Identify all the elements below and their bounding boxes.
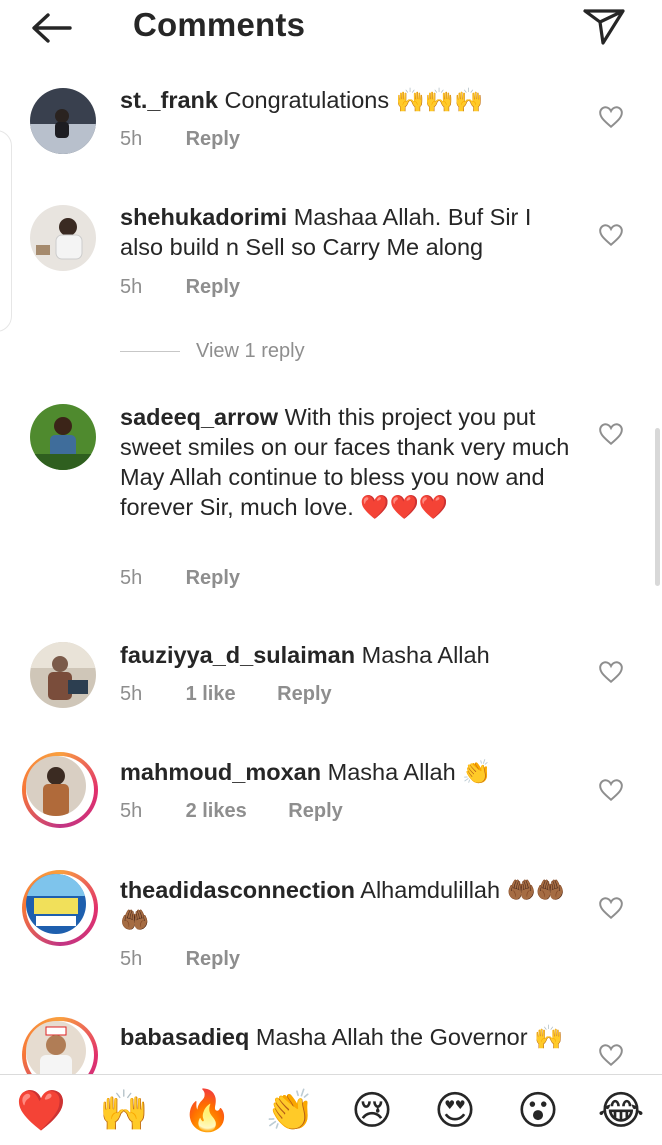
crying-emoji-button[interactable]: 😢 [346,1085,398,1137]
reply-button[interactable]: Reply [186,565,240,591]
header: Comments [0,0,662,54]
comment-text: sadeeq_arrow With this project you put s… [120,402,570,522]
raised-hands-emoji-button[interactable]: 🙌 [98,1085,150,1137]
comment-body: Congratulations 🙌🙌🙌 [224,87,484,113]
heart-emoji-button[interactable]: ❤️ [15,1085,67,1137]
comment-text: theadidasconnection Alhamdulillah 🤲🏾🤲🏾🤲🏾 [120,875,570,935]
laughing-emoji-button[interactable]: 😂 [595,1085,647,1137]
comment-username[interactable]: mahmoud_moxan [120,759,321,785]
avatar[interactable] [22,1017,98,1074]
surprised-emoji-button[interactable]: 😮 [512,1085,564,1137]
comment-text: babasadieq Masha Allah the Governor 🙌 [120,1022,570,1052]
clap-emoji-button[interactable]: 👏 [264,1085,316,1137]
comment-meta: 5h Reply [120,946,240,972]
comment-username[interactable]: sadeeq_arrow [120,404,278,430]
divider-line [120,351,180,353]
comment-time: 5h [120,683,143,705]
comment-meta: 5h Reply [120,126,240,152]
like-count[interactable]: 1 like [186,681,236,707]
heart-icon[interactable] [598,660,624,684]
heart-icon[interactable] [598,422,624,446]
comment-body: Masha Allah the Governor 🙌 [255,1024,564,1050]
comment-text: mahmoud_moxan Masha Allah 👏 [120,757,570,787]
scrollbar[interactable] [655,428,660,586]
comment-body: Masha Allah 👏 [327,759,492,785]
view-replies-label: View 1 reply [196,340,305,362]
comment-time: 5h [120,128,143,150]
comments-list: st._frank Congratulations 🙌🙌🙌 5h Reply s… [0,0,662,1074]
heart-icon[interactable] [598,223,624,247]
arrow-left-icon[interactable] [28,8,76,48]
heart-icon[interactable] [598,105,624,129]
comment-text: st._frank Congratulations 🙌🙌🙌 [120,85,570,115]
heart-icon[interactable] [598,1043,624,1067]
avatar[interactable] [22,870,98,946]
reply-button[interactable]: Reply [186,126,240,152]
avatar[interactable] [30,205,96,271]
comment-text: shehukadorimi Mashaa Allah. Buf Sir I al… [120,202,570,262]
comment-meta: 5h Reply [120,565,240,591]
comment-username[interactable]: st._frank [120,87,218,113]
comment-username[interactable]: babasadieq [120,1024,249,1050]
comment-meta: 5h 2 likes Reply [120,798,343,824]
comment-username[interactable]: fauziyya_d_sulaiman [120,642,355,668]
side-panel-edge [0,130,12,332]
paper-plane-icon[interactable] [580,6,628,48]
avatar[interactable] [30,642,96,708]
page-title: Comments [133,6,306,43]
fire-emoji-button[interactable]: 🔥 [181,1085,233,1137]
comment-text: fauziyya_d_sulaiman Masha Allah [120,640,570,670]
comment-time: 5h [120,567,143,589]
avatar[interactable] [30,404,96,470]
heart-icon[interactable] [598,778,624,802]
comment-meta: 5h 1 like Reply [120,681,332,707]
emoji-reaction-bar: ❤️ 🙌 🔥 👏 😢 😍 😮 😂 [0,1074,662,1145]
comment-meta: 5h Reply [120,274,240,300]
heart-icon[interactable] [598,896,624,920]
comment-username[interactable]: shehukadorimi [120,204,287,230]
comment-username[interactable]: theadidasconnection [120,877,355,903]
view-replies-button[interactable]: View 1 reply [120,336,305,366]
comment-body: Masha Allah [361,642,490,668]
reply-button[interactable]: Reply [277,681,331,707]
reply-button[interactable]: Reply [288,798,342,824]
comment-time: 5h [120,800,143,822]
avatar[interactable] [30,88,96,154]
comment-time: 5h [120,948,143,970]
avatar[interactable] [22,752,98,828]
heart-eyes-emoji-button[interactable]: 😍 [429,1085,481,1137]
like-count[interactable]: 2 likes [186,798,247,824]
reply-button[interactable]: Reply [186,274,240,300]
reply-button[interactable]: Reply [186,946,240,972]
comment-time: 5h [120,276,143,298]
